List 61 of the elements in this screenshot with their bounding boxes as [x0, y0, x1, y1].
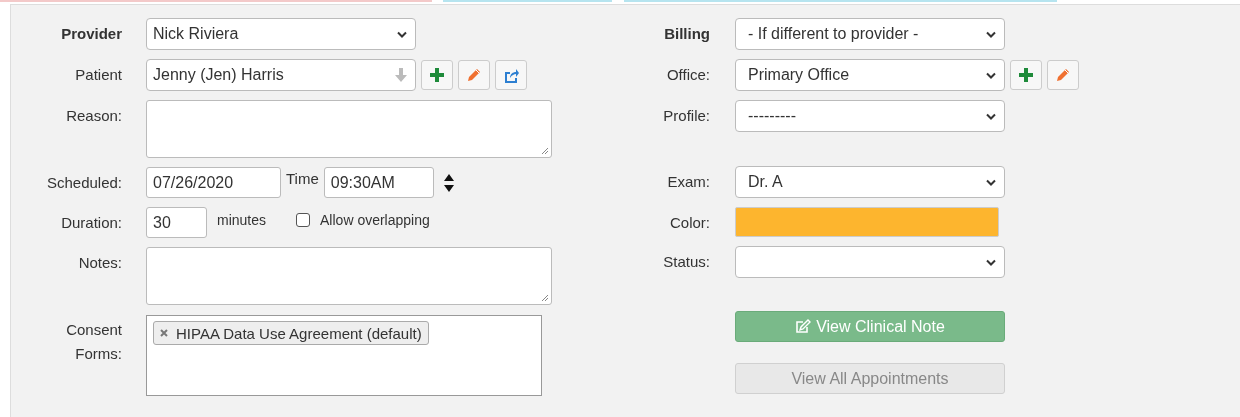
icon-button[interactable]: [458, 60, 490, 90]
select-field[interactable]: [735, 246, 1005, 278]
select-value: Jenny (Jen) Harris: [153, 66, 284, 84]
tag-chip[interactable]: HIPAA Data Use Agreement (default): [153, 321, 429, 345]
icon-button[interactable]: [1047, 60, 1079, 90]
field-label: Profile:: [662, 106, 711, 126]
select-field[interactable]: ---------: [735, 100, 1005, 132]
icon-button[interactable]: [495, 60, 527, 90]
chevron-down-icon: [986, 71, 996, 79]
field-label: Patient: [74, 65, 123, 85]
color-field[interactable]: [735, 207, 999, 237]
icon-button[interactable]: [1010, 60, 1042, 90]
unit-label: minutes: [217, 211, 267, 230]
field-label: Status:: [662, 252, 711, 272]
field-label: Billing: [663, 24, 711, 44]
field-label: Consent Forms:: [65, 320, 123, 364]
chevron-down-icon: [986, 112, 996, 120]
chevron-down-icon: [986, 178, 996, 186]
select-field[interactable]: Dr. A: [735, 166, 1005, 198]
resize-handle-icon: [541, 294, 549, 302]
select-field[interactable]: Primary Office: [735, 59, 1005, 91]
select-field[interactable]: Jenny (Jen) Harris: [146, 59, 416, 91]
number-field[interactable]: 30: [146, 207, 207, 238]
share-icon: [503, 67, 519, 83]
spinner-icon[interactable]: [443, 173, 454, 192]
time-label: Time: [286, 169, 319, 189]
field-label: Office:: [665, 65, 711, 85]
field-label: Provider: [60, 24, 123, 44]
time-field[interactable]: 09:30AM: [323, 167, 434, 198]
select-field[interactable]: Nick Riviera: [146, 18, 416, 50]
edit-icon: [795, 319, 812, 334]
pencil-icon: [1056, 68, 1070, 82]
field-label: Notes:: [77, 253, 123, 273]
plus-icon: [430, 68, 444, 82]
icon-button[interactable]: [421, 60, 453, 90]
field-label: Color:: [669, 213, 711, 233]
checkbox-label: Allow overlapping: [320, 211, 430, 230]
select-value: ---------: [748, 107, 796, 125]
field-label: Reason:: [65, 106, 123, 126]
remove-icon: [160, 329, 168, 337]
text-area[interactable]: [146, 247, 552, 305]
tag-field[interactable]: HIPAA Data Use Agreement (default): [146, 315, 542, 396]
button: View All Appointments: [735, 363, 1005, 394]
plus-icon: [1019, 68, 1033, 82]
chevron-down-icon: [986, 258, 996, 266]
select-value: Dr. A: [748, 173, 783, 191]
field-label: Scheduled:: [45, 173, 123, 193]
chevron-down-icon: [986, 30, 996, 38]
chevron-down-icon: [397, 30, 407, 38]
date-field[interactable]: 07/26/2020: [146, 167, 281, 198]
pencil-icon: [467, 68, 481, 82]
text-area[interactable]: [146, 100, 552, 158]
checkbox[interactable]: [296, 213, 311, 227]
field-label: Duration:: [60, 213, 123, 233]
select-field[interactable]: - If different to provider -: [735, 18, 1005, 50]
select-value: Primary Office: [748, 66, 850, 84]
resize-handle-icon: [541, 147, 549, 155]
select-value: Nick Riviera: [153, 25, 239, 43]
down-arrow-icon: [395, 68, 407, 82]
select-value: - If different to provider -: [748, 25, 919, 43]
field-label: Exam:: [666, 172, 711, 192]
